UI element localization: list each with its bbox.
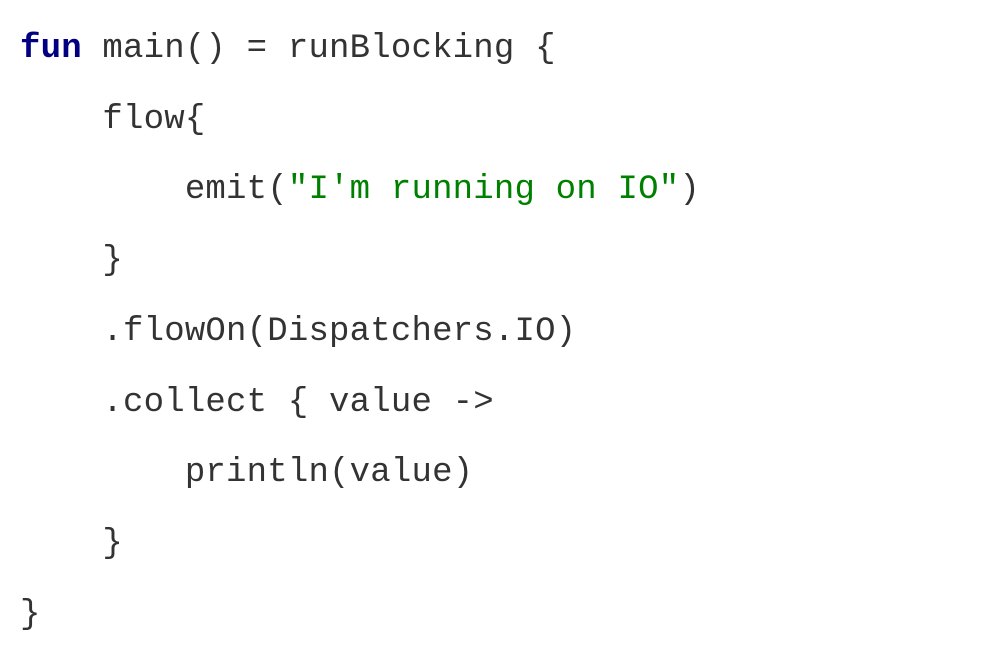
code-line-5: .flowOn(Dispatchers.IO) bbox=[20, 313, 576, 351]
kw-fun: fun bbox=[20, 30, 82, 68]
code-block: fun main() = runBlocking { flow{ emit("I… bbox=[0, 0, 989, 670]
code-line-4: } bbox=[20, 242, 123, 280]
code-line-3-before: emit( bbox=[20, 171, 288, 209]
code-line-2: flow{ bbox=[20, 101, 205, 139]
code-line-6: .collect { value -> bbox=[20, 384, 494, 422]
code-line-9: } bbox=[20, 596, 41, 634]
code-line-1-rest: main() = runBlocking { bbox=[82, 30, 556, 68]
string-literal: "I'm running on IO" bbox=[288, 171, 679, 209]
code-line-8: } bbox=[20, 525, 123, 563]
code-line-3-after: ) bbox=[679, 171, 700, 209]
code-line-7: println(value) bbox=[20, 454, 473, 492]
